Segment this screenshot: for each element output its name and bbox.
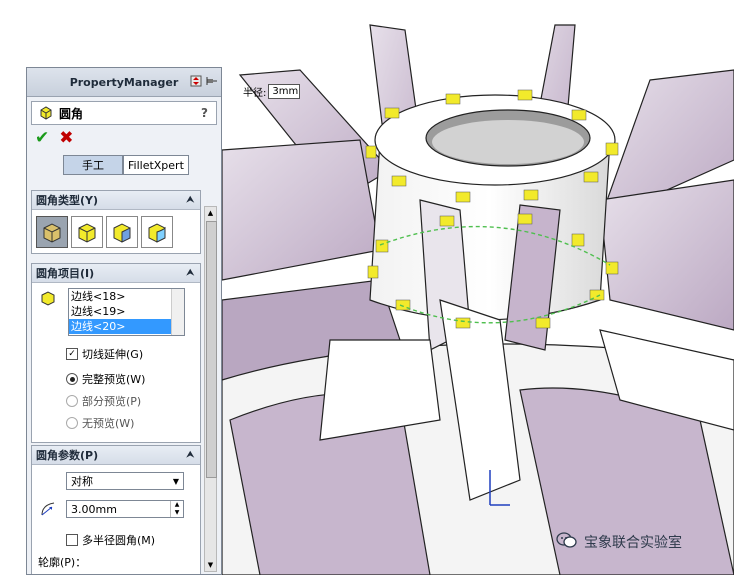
radius-icon [40,501,58,520]
property-manager-title: PropertyManager [69,75,179,89]
fillet-params-group: 圆角参数(P) ⮝ 对称 ▼ 3.00mm ▲ ▼ 多半径圆角(M) 轮廓(P)： [31,445,201,574]
tab-manual[interactable]: 手工 [63,155,123,175]
tangent-propagation-label: 切线延伸(G) [82,348,144,361]
fillet-method-select[interactable]: 对称 ▼ [66,472,184,490]
collapse-icon[interactable]: ⮝ [186,450,194,460]
panel-scrollbar[interactable]: ▲ ▼ [204,206,217,572]
list-item[interactable]: 边线<18> [69,289,184,304]
radius-callout[interactable]: 半径: 3mm [243,84,301,99]
multi-radius-label: 多半径圆角(M) [82,534,156,547]
feature-name: 圆角 [59,106,84,121]
fillet-type-title: 圆角类型(Y) [36,194,99,207]
radius-spinner[interactable]: ▲ ▼ [170,501,183,517]
full-preview-label: 完整预览(W) [82,373,146,386]
no-preview-radio[interactable] [66,417,78,429]
face-fillet-button[interactable] [106,216,138,248]
tangent-propagation-row[interactable]: ✓ 切线延伸(G) [66,346,143,362]
watermark: 宝象联合实验室 [556,531,682,553]
collapse-icon[interactable]: ⮝ [186,195,194,205]
profile-label: 轮廓(P)： [38,556,87,569]
fillet-type-group: 圆角类型(Y) ⮝ [31,190,201,254]
multi-radius-checkbox[interactable] [66,534,78,546]
radius-callout-label: 半径: [243,88,267,99]
constant-radius-button[interactable] [36,216,68,248]
feature-title-bar: 圆角 ? [31,101,217,125]
no-preview-row[interactable]: 无预览(W) [66,415,134,431]
radius-callout-value[interactable]: 3mm [268,84,301,99]
edge-selection-icon [40,290,56,309]
no-preview-label: 无预览(W) [82,417,135,430]
edges-listbox[interactable]: 边线<18> 边线<19> 边线<20> [68,288,185,336]
cancel-button[interactable]: ✖ [59,128,73,148]
full-round-fillet-button[interactable] [141,216,173,248]
tab-filletxpert[interactable]: FilletXpert [123,155,189,175]
chevron-down-icon: ▼ [172,476,179,486]
collapse-icon[interactable]: ⮝ [186,268,194,278]
ok-button[interactable]: ✔ [35,128,49,148]
scroll-up-icon[interactable]: ▲ [205,207,216,219]
partial-preview-radio[interactable] [66,395,78,407]
fillet-params-header[interactable]: 圆角参数(P) ⮝ [32,446,200,465]
full-preview-radio[interactable] [66,373,78,385]
wechat-icon [556,531,578,553]
fillet-type-header[interactable]: 圆角类型(Y) ⮝ [32,191,200,210]
pin-icon[interactable] [205,75,217,87]
scroll-down-icon[interactable]: ▼ [205,559,216,571]
partial-preview-label: 部分预览(P) [82,395,142,408]
help-button[interactable]: ? [201,106,208,120]
property-manager-panel: PropertyManager 圆角 ? ✔ ✖ 手工 FilletXpert … [26,67,222,575]
mode-tabs: 手工 FilletXpert [63,155,221,175]
fillet-items-group: 圆角项目(I) ⮝ 边线<18> 边线<19> 边线<20> ✓ 切线延伸(G)… [31,263,201,443]
list-item[interactable]: 边线<19> [69,304,184,319]
watermark-text: 宝象联合实验室 [584,535,682,551]
variable-radius-button[interactable] [71,216,103,248]
fillet-items-header[interactable]: 圆角项目(I) ⮝ [32,264,200,283]
fillet-items-title: 圆角项目(I) [36,267,95,280]
scrollbar-thumb[interactable] [206,221,217,478]
property-manager-header: PropertyManager [27,68,221,97]
multi-radius-row[interactable]: 多半径圆角(M) [66,532,155,548]
tangent-propagation-checkbox[interactable]: ✓ [66,348,78,360]
impeller-model [221,24,734,575]
partial-preview-row[interactable]: 部分预览(P) [66,393,141,409]
listbox-scrollbar[interactable] [171,289,184,335]
list-item[interactable]: 边线<20> [69,319,184,334]
fillet-method-value: 对称 [71,475,93,488]
fillet-feature-icon [38,104,54,123]
expand-icon[interactable] [190,75,202,87]
full-preview-row[interactable]: 完整预览(W) [66,371,145,387]
radius-input[interactable]: 3.00mm ▲ ▼ [66,500,184,518]
fillet-params-title: 圆角参数(P) [36,449,99,462]
radius-value: 3.00mm [71,502,117,516]
